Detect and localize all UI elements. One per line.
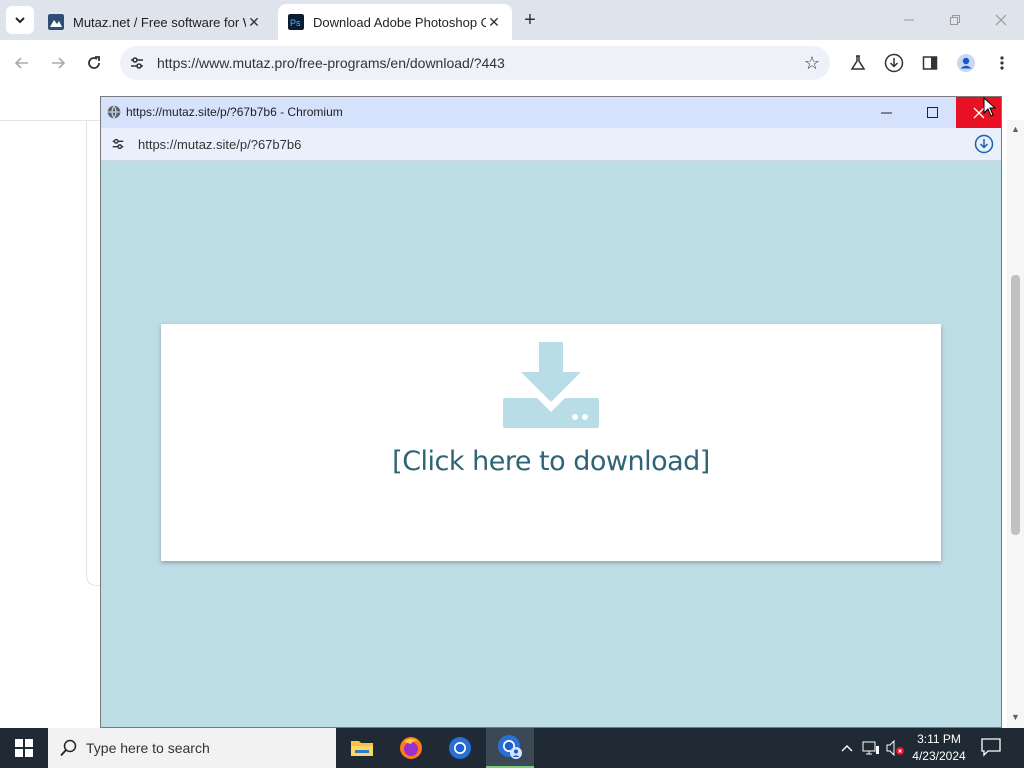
back-button[interactable] xyxy=(9,50,35,76)
mouse-cursor-icon xyxy=(983,97,997,117)
tab-title: Download Adobe Photoshop C xyxy=(313,14,486,30)
arrow-right-icon xyxy=(52,57,66,69)
globe-icon xyxy=(107,105,121,119)
clock-time: 3:11 PM xyxy=(917,732,961,746)
speaker-muted-icon xyxy=(886,740,904,756)
taskbar-search-box[interactable]: Type here to search xyxy=(48,728,336,768)
start-button[interactable] xyxy=(0,728,48,768)
restore-button[interactable] xyxy=(932,0,978,40)
windows-logo-icon xyxy=(15,739,33,757)
minimize-icon xyxy=(880,112,892,114)
reload-icon xyxy=(88,56,100,69)
tab-title: Mutaz.net / Free software for W xyxy=(73,14,246,30)
more-vert-icon xyxy=(1000,56,1004,70)
side-panel-icon xyxy=(922,56,938,70)
profile-button[interactable] xyxy=(955,52,977,74)
mutaz-favicon-icon xyxy=(48,14,64,30)
popup-address-bar[interactable]: https://mutaz.site/p/?67b7b6 xyxy=(101,128,1001,161)
address-bar[interactable]: https://www.mutaz.pro/free-programs/en/d… xyxy=(120,46,830,80)
page-divider xyxy=(0,120,100,121)
download-icon xyxy=(884,53,904,73)
arrow-left-icon xyxy=(14,57,28,69)
show-hidden-icons-button[interactable] xyxy=(838,728,856,768)
close-window-button[interactable] xyxy=(978,0,1024,40)
browser-toolbar: https://www.mutaz.pro/free-programs/en/d… xyxy=(0,40,1024,86)
forward-button[interactable] xyxy=(45,50,71,76)
popup-minimize-button[interactable] xyxy=(866,97,906,128)
search-placeholder: Type here to search xyxy=(86,740,210,756)
site-settings-icon[interactable] xyxy=(128,54,146,72)
download-card: [Click here to download] xyxy=(161,324,941,561)
photoshop-favicon-icon: Ps xyxy=(288,14,304,30)
scroll-down-icon[interactable]: ▼ xyxy=(1011,712,1020,722)
popup-window-title: https://mutaz.site/p/?67b7b6 - Chromium xyxy=(126,105,343,119)
search-icon xyxy=(60,739,77,757)
taskbar-chromium-profile[interactable] xyxy=(486,728,534,768)
network-status[interactable] xyxy=(861,728,881,768)
clock-date: 4/23/2024 xyxy=(912,749,966,763)
scroll-up-icon[interactable]: ▲ xyxy=(1011,124,1020,134)
bookmark-star-icon[interactable]: ☆ xyxy=(804,53,820,74)
minimize-button[interactable] xyxy=(886,0,932,40)
chromium-icon xyxy=(449,737,471,759)
taskbar-chrome[interactable] xyxy=(436,728,484,768)
address-url[interactable]: https://www.mutaz.pro/free-programs/en/d… xyxy=(157,55,505,71)
taskbar-clock[interactable]: 3:11 PM 4/23/2024 xyxy=(905,731,973,765)
page-scrollbar[interactable]: ▲ ▼ xyxy=(1007,120,1024,728)
flask-icon xyxy=(850,55,866,70)
tab-strip: Mutaz.net / Free software for W ✕ Ps Dow… xyxy=(0,0,1024,40)
tab-mutaz[interactable]: Mutaz.net / Free software for W ✕ xyxy=(38,4,272,40)
tab-photoshop[interactable]: Ps Download Adobe Photoshop C ✕ xyxy=(278,4,512,40)
close-tab-icon[interactable]: ✕ xyxy=(246,14,262,30)
restore-icon xyxy=(950,15,960,25)
tab-search-button[interactable] xyxy=(6,6,34,34)
popup-address-url[interactable]: https://mutaz.site/p/?67b7b6 xyxy=(138,137,301,152)
avatar-icon xyxy=(957,54,975,72)
close-icon xyxy=(995,14,1007,26)
site-settings-icon[interactable] xyxy=(110,136,126,152)
taskbar: Type here to search 3:11 PM 4/23/2024 xyxy=(0,728,1024,768)
taskbar-firefox[interactable] xyxy=(387,728,435,768)
maximize-icon xyxy=(926,107,938,118)
download-link[interactable]: [Click here to download] xyxy=(161,446,941,477)
volume-status[interactable] xyxy=(884,728,906,768)
downloads-button[interactable] xyxy=(883,52,905,74)
minimize-icon xyxy=(904,19,914,21)
popup-window: https://mutaz.site/p/?67b7b6 - Chromium … xyxy=(100,96,1002,728)
download-icon[interactable] xyxy=(974,134,994,154)
chevron-down-icon xyxy=(15,17,25,24)
menu-button[interactable] xyxy=(991,52,1013,74)
download-drive-icon[interactable] xyxy=(503,342,599,432)
reload-button[interactable] xyxy=(81,50,107,76)
notification-icon[interactable] xyxy=(980,736,1002,758)
side-panel-button[interactable] xyxy=(919,52,941,74)
popup-maximize-button[interactable] xyxy=(912,97,952,128)
close-tab-icon[interactable]: ✕ xyxy=(486,14,502,30)
taskbar-file-explorer[interactable] xyxy=(338,728,386,768)
network-icon xyxy=(862,741,879,755)
firefox-icon xyxy=(400,737,422,759)
chevron-up-icon xyxy=(841,745,853,752)
svg-text:Ps: Ps xyxy=(290,18,301,28)
scrollbar-thumb[interactable] xyxy=(1011,275,1020,535)
folder-icon xyxy=(351,741,373,756)
chromium-profile-icon xyxy=(498,735,522,759)
labs-button[interactable] xyxy=(847,52,869,74)
popup-titlebar[interactable]: https://mutaz.site/p/?67b7b6 - Chromium xyxy=(101,97,1001,128)
new-tab-button[interactable]: + xyxy=(518,8,542,32)
